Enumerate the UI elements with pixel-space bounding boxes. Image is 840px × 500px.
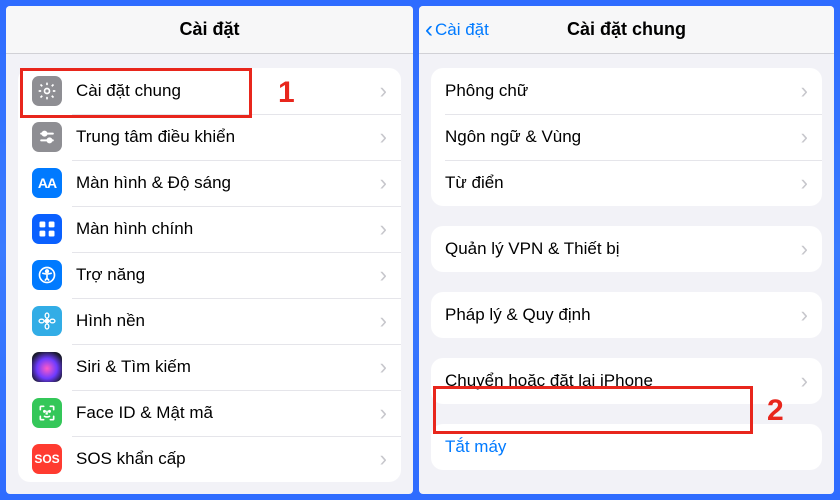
row-label: Phông chữ (445, 81, 795, 101)
settings-row-siri[interactable]: Siri & Tìm kiếm › (18, 344, 401, 390)
settings-row-general[interactable]: Cài đặt chung › (18, 68, 401, 114)
row-label: Cài đặt chung (76, 81, 374, 101)
settings-group: Tắt máy (431, 424, 822, 470)
row-label: Tắt máy (445, 437, 808, 457)
row-label: Màn hình chính (76, 219, 374, 239)
back-button[interactable]: ‹ Cài đặt (425, 6, 489, 53)
row-label: Quản lý VPN & Thiết bị (445, 239, 795, 259)
row-label: Face ID & Mật mã (76, 403, 374, 423)
settings-row-language[interactable]: Ngôn ngữ & Vùng › (431, 114, 822, 160)
settings-group: Pháp lý & Quy định › (431, 292, 822, 338)
settings-row-control-center[interactable]: Trung tâm điều khiển › (18, 114, 401, 160)
settings-row-vpn[interactable]: Quản lý VPN & Thiết bị › (431, 226, 822, 272)
settings-group: Quản lý VPN & Thiết bị › (431, 226, 822, 272)
general-list: Phông chữ›Ngôn ngữ & Vùng›Từ điển›Quản l… (419, 54, 834, 494)
left-phone-settings: Cài đặt Cài đặt chung›Trung tâm điều khi… (6, 6, 413, 494)
chevron-right-icon: › (380, 218, 387, 240)
settings-list: Cài đặt chung › Trung tâm điều khiển › AA Màn… (6, 54, 413, 494)
chevron-right-icon: › (380, 402, 387, 424)
chevron-right-icon: › (801, 304, 808, 326)
navbar-right: ‹ Cài đặt Cài đặt chung (419, 6, 834, 54)
chevron-right-icon: › (801, 126, 808, 148)
chevron-right-icon: › (380, 264, 387, 286)
chevron-right-icon: › (380, 448, 387, 470)
chevron-right-icon: › (801, 80, 808, 102)
chevron-right-icon: › (380, 126, 387, 148)
accessibility-icon (32, 260, 62, 290)
flower-icon (32, 306, 62, 336)
chevron-right-icon: › (380, 80, 387, 102)
navbar-left: Cài đặt (6, 6, 413, 54)
settings-row-dictionary[interactable]: Từ điển › (431, 160, 822, 206)
gear-icon (32, 76, 62, 106)
row-label: Màn hình & Độ sáng (76, 173, 374, 193)
settings-row-home-screen[interactable]: Màn hình chính › (18, 206, 401, 252)
siri-icon (32, 352, 62, 382)
settings-row-wallpaper[interactable]: Hình nền › (18, 298, 401, 344)
sos-icon: SOS (32, 444, 62, 474)
row-label: Trung tâm điều khiển (76, 127, 374, 147)
chevron-right-icon: › (380, 310, 387, 332)
settings-row-shutdown[interactable]: Tắt máy (431, 424, 822, 470)
row-label: Ngôn ngữ & Vùng (445, 127, 795, 147)
settings-row-faceid[interactable]: Face ID & Mật mã › (18, 390, 401, 436)
chevron-right-icon: › (380, 172, 387, 194)
row-label: Từ điển (445, 173, 795, 193)
row-label: Chuyển hoặc đặt lại iPhone (445, 371, 795, 391)
grid-icon (32, 214, 62, 244)
back-label: Cài đặt (435, 20, 489, 40)
chevron-right-icon: › (801, 370, 808, 392)
settings-group: Chuyển hoặc đặt lại iPhone › (431, 358, 822, 404)
chevron-right-icon: › (801, 238, 808, 260)
settings-row-sos[interactable]: SOS SOS khẩn cấp › (18, 436, 401, 482)
chevron-right-icon: › (801, 172, 808, 194)
settings-row-accessibility[interactable]: Trợ năng › (18, 252, 401, 298)
row-label: Pháp lý & Quy định (445, 305, 795, 325)
settings-row-fonts[interactable]: Phông chữ › (431, 68, 822, 114)
settings-row-legal[interactable]: Pháp lý & Quy định › (431, 292, 822, 338)
page-title: Cài đặt chung (567, 19, 686, 40)
row-label: Hình nền (76, 311, 374, 331)
settings-row-display[interactable]: AA Màn hình & Độ sáng › (18, 160, 401, 206)
row-label: Siri & Tìm kiếm (76, 357, 374, 377)
text-size-icon: AA (32, 168, 62, 198)
page-title: Cài đặt (179, 19, 239, 40)
right-phone-general: ‹ Cài đặt Cài đặt chung Phông chữ›Ngôn n… (419, 6, 834, 494)
settings-row-transfer-reset[interactable]: Chuyển hoặc đặt lại iPhone › (431, 358, 822, 404)
row-label: Trợ năng (76, 265, 374, 285)
chevron-right-icon: › (380, 356, 387, 378)
chevron-left-icon: ‹ (425, 18, 433, 42)
faceid-icon (32, 398, 62, 428)
sliders-icon (32, 122, 62, 152)
row-label: SOS khẩn cấp (76, 449, 374, 469)
settings-group: Phông chữ › Ngôn ngữ & Vùng › Từ điển › (431, 68, 822, 206)
two-panel-screenshot: Cài đặt Cài đặt chung›Trung tâm điều khi… (0, 0, 840, 500)
